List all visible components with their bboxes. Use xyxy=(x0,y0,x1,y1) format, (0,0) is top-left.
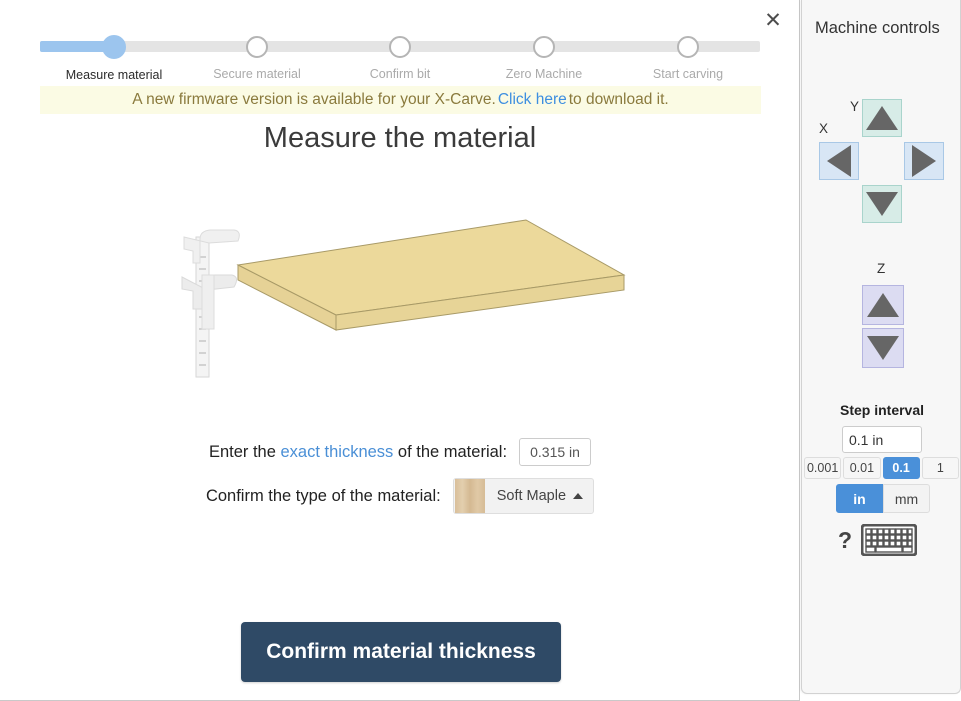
stepper-step-start-carving[interactable]: Start carving xyxy=(608,36,768,81)
arrow-left-icon xyxy=(827,145,851,177)
material-color-swatch xyxy=(455,479,485,513)
step-dot[interactable] xyxy=(246,36,268,58)
stepper-step-confirm-bit[interactable]: Confirm bit xyxy=(320,36,480,81)
step-label: Measure material xyxy=(34,68,194,82)
caliper-icon xyxy=(182,230,239,377)
thickness-label: Enter the exact thickness of the materia… xyxy=(209,443,507,462)
wizard-stepper: Measure material Secure material Confirm… xyxy=(40,36,760,86)
unit-toggle: in mm xyxy=(836,484,930,513)
thickness-label-after: of the material: xyxy=(393,443,507,461)
banner-text-before: A new firmware version is available for … xyxy=(132,91,496,109)
confirm-material-thickness-button[interactable]: Confirm material thickness xyxy=(241,622,561,682)
step-option-1[interactable]: 1 xyxy=(922,457,959,479)
keyboard-icon[interactable] xyxy=(861,524,917,556)
machine-controls-title: Machine controls xyxy=(815,19,940,38)
jog-x-minus-button[interactable] xyxy=(819,142,859,180)
caliper-and-board-svg xyxy=(176,205,646,385)
arrow-right-icon xyxy=(912,145,936,177)
step-option-0.1[interactable]: 0.1 xyxy=(883,457,920,479)
material-measurement-illustration xyxy=(176,205,646,385)
jog-y-plus-button[interactable] xyxy=(862,99,902,137)
step-interval-title: Step interval xyxy=(802,402,961,418)
step-label: Secure material xyxy=(177,67,337,81)
firmware-download-link[interactable]: Click here xyxy=(498,91,567,109)
step-label: Confirm bit xyxy=(320,67,480,81)
z-axis-label: Z xyxy=(877,261,885,276)
step-label: Zero Machine xyxy=(464,67,624,81)
jog-z-minus-button[interactable] xyxy=(862,328,904,368)
step-dot[interactable] xyxy=(533,36,555,58)
stepper-step-measure-material[interactable]: Measure material xyxy=(34,36,194,82)
step-dot[interactable] xyxy=(102,35,126,59)
thickness-row: Enter the exact thickness of the materia… xyxy=(0,430,800,474)
material-form: Enter the exact thickness of the materia… xyxy=(0,430,800,518)
machine-controls-panel: Machine controls Y X Z St xyxy=(801,0,961,694)
step-option-0.001[interactable]: 0.001 xyxy=(804,457,841,479)
material-type-dropdown[interactable]: Soft Maple xyxy=(453,478,594,514)
wood-board-icon xyxy=(238,220,624,330)
jog-y-minus-button[interactable] xyxy=(862,185,902,223)
app-root: ✕ Measure material Secure material Confi… xyxy=(0,0,961,701)
chevron-up-icon xyxy=(573,493,583,499)
step-interval-options: 0.001 0.01 0.1 1 xyxy=(804,457,961,479)
stepper-step-zero-machine[interactable]: Zero Machine xyxy=(464,36,624,81)
firmware-update-banner: A new firmware version is available for … xyxy=(40,86,761,114)
material-selected-value: Soft Maple xyxy=(497,488,566,504)
keyboard-shortcuts-help: ? xyxy=(838,524,917,556)
thickness-label-before: Enter the xyxy=(209,443,281,461)
x-axis-label: X xyxy=(819,121,828,136)
arrow-down-icon xyxy=(867,336,899,360)
step-label: Start carving xyxy=(608,67,768,81)
stepper-step-secure-material[interactable]: Secure material xyxy=(177,36,337,81)
unit-option-in[interactable]: in xyxy=(836,484,883,513)
arrow-down-icon xyxy=(866,192,898,216)
jog-z-plus-button[interactable] xyxy=(862,285,904,325)
page-title: Measure the material xyxy=(0,122,800,155)
step-dot[interactable] xyxy=(677,36,699,58)
arrow-up-icon xyxy=(866,106,898,130)
unit-option-mm[interactable]: mm xyxy=(883,484,930,513)
thickness-label-highlight: exact thickness xyxy=(281,443,394,461)
xy-jog-pad: Y X xyxy=(802,96,961,226)
y-axis-label: Y xyxy=(850,99,859,114)
measure-material-modal: ✕ Measure material Secure material Confi… xyxy=(0,0,800,701)
close-icon[interactable]: ✕ xyxy=(759,6,787,34)
thickness-input[interactable] xyxy=(519,438,591,466)
arrow-up-icon xyxy=(867,293,899,317)
step-option-0.01[interactable]: 0.01 xyxy=(843,457,880,479)
question-mark-icon[interactable]: ? xyxy=(838,529,852,552)
material-type-row: Confirm the type of the material: Soft M… xyxy=(0,474,800,518)
banner-text-after: to download it. xyxy=(569,91,669,109)
step-dot[interactable] xyxy=(389,36,411,58)
step-interval-input[interactable] xyxy=(842,426,922,453)
jog-x-plus-button[interactable] xyxy=(904,142,944,180)
material-type-label: Confirm the type of the material: xyxy=(206,487,441,506)
